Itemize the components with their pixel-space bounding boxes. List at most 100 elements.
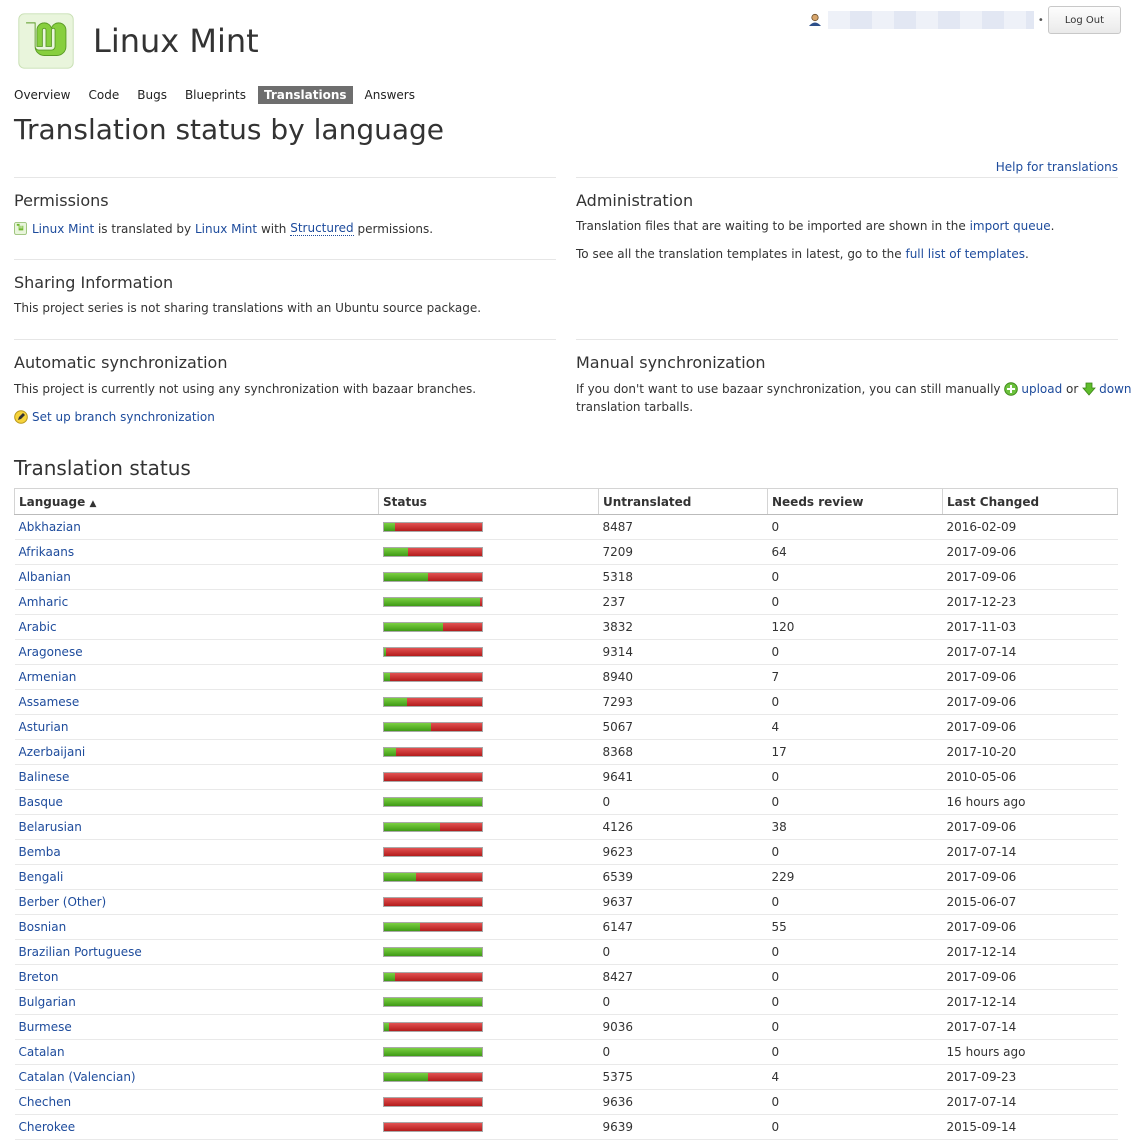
last-changed: 2017-10-20 <box>942 739 1118 765</box>
untranslated-portion <box>415 873 482 881</box>
language-link[interactable]: Albanian <box>19 570 71 584</box>
translation-progress-bar <box>382 872 483 882</box>
tab-blueprints[interactable]: Blueprints <box>179 86 252 104</box>
untranslated-portion <box>386 648 482 656</box>
untranslated-count: 5067 <box>598 714 768 740</box>
table-row: Aragonese 9314 0 2017-07-14 <box>14 639 1118 665</box>
tab-bugs[interactable]: Bugs <box>131 86 173 104</box>
language-link[interactable]: Arabic <box>19 620 57 634</box>
status-cell <box>378 864 599 890</box>
project-link[interactable]: Linux Mint <box>32 222 94 236</box>
untranslated-portion <box>396 748 482 756</box>
language-link[interactable]: Abkhazian <box>19 520 81 534</box>
language-link[interactable]: Bengali <box>19 870 64 884</box>
status-cell <box>378 1089 599 1115</box>
status-cell <box>378 689 599 715</box>
untranslated-portion <box>419 923 482 931</box>
auto-sync-text: This project is currently not using any … <box>14 382 477 396</box>
untranslated-count: 0 <box>598 939 768 965</box>
language-link[interactable]: Cherokee <box>19 1120 76 1134</box>
translated-portion <box>383 998 482 1006</box>
language-cell: Bengali <box>14 864 379 890</box>
admin-line2-text: To see all the translation templates in … <box>576 247 906 261</box>
column-header-untranslated[interactable]: Untranslated <box>598 488 768 515</box>
translated-portion <box>383 523 396 531</box>
admin-line1-text: Translation files that are waiting to be… <box>576 219 970 233</box>
untranslated-portion <box>383 1098 482 1106</box>
separator-dot: • <box>1037 14 1044 26</box>
permissions-text-3: permissions. <box>353 221 434 236</box>
column-header-language[interactable]: Language ▲ <box>14 488 379 515</box>
linux-mint-logo[interactable] <box>14 12 78 70</box>
set-up-branch-sync-link[interactable]: Set up branch synchronization <box>32 410 215 424</box>
language-link[interactable]: Azerbaijani <box>19 745 86 759</box>
language-cell: Bosnian <box>14 914 379 940</box>
language-link[interactable]: Basque <box>19 795 63 809</box>
tab-answers[interactable]: Answers <box>359 86 421 104</box>
language-link[interactable]: Afrikaans <box>19 545 75 559</box>
import-queue-link[interactable]: import queue <box>970 219 1051 233</box>
branch-sync-row: Set up branch synchronization <box>14 410 215 424</box>
language-link[interactable]: Balinese <box>19 770 70 784</box>
untranslated-count: 8940 <box>598 664 768 690</box>
needs-review-count: 0 <box>767 564 943 590</box>
tab-overview[interactable]: Overview <box>14 86 77 104</box>
untranslated-portion <box>479 598 482 606</box>
language-link[interactable]: Armenian <box>19 670 77 684</box>
column-header-needs-review[interactable]: Needs review <box>767 488 943 515</box>
translation-group-link[interactable]: Linux Mint <box>195 222 257 236</box>
upload-link[interactable]: upload <box>1021 382 1062 396</box>
language-link[interactable]: Aragonese <box>19 645 83 659</box>
status-cell <box>378 1014 599 1040</box>
language-cell: Breton <box>14 964 379 990</box>
logout-button[interactable]: Log Out <box>1047 6 1121 34</box>
full-list-of-templates-link[interactable]: full list of templates <box>905 247 1025 261</box>
translation-progress-bar <box>382 897 483 907</box>
column-header-last-changed[interactable]: Last Changed <box>942 488 1118 515</box>
language-link[interactable]: Amharic <box>19 595 69 609</box>
language-link[interactable]: Catalan <box>19 1045 65 1059</box>
help-for-translations-link[interactable]: Help for translations <box>996 160 1118 174</box>
language-link[interactable]: Brazilian Portuguese <box>19 945 142 959</box>
last-changed: 2017-11-03 <box>942 614 1118 640</box>
needs-review-count: 7 <box>767 664 943 690</box>
language-link[interactable]: Assamese <box>19 695 80 709</box>
last-changed: 2015-06-07 <box>942 889 1118 915</box>
table-row: Armenian 8940 7 2017-09-06 <box>14 664 1118 690</box>
language-cell: Bemba <box>14 839 379 865</box>
permission-policy-link[interactable]: Structured <box>290 221 354 236</box>
language-link[interactable]: Burmese <box>19 1020 72 1034</box>
tab-translations[interactable]: Translations <box>257 86 353 104</box>
status-cell <box>378 564 599 590</box>
download-link[interactable]: download <box>1099 382 1131 396</box>
language-link[interactable]: Chechen <box>19 1095 72 1109</box>
column-header-status[interactable]: Status <box>378 488 599 515</box>
language-link[interactable]: Berber (Other) <box>19 895 107 909</box>
last-changed: 2017-12-14 <box>942 939 1118 965</box>
language-link[interactable]: Bulgarian <box>19 995 76 1009</box>
language-cell: Arabic <box>14 614 379 640</box>
untranslated-portion <box>430 723 482 731</box>
table-row: Bemba 9623 0 2017-07-14 <box>14 839 1118 865</box>
page-title: Translation status by language <box>14 113 445 146</box>
language-link[interactable]: Breton <box>19 970 59 984</box>
translated-portion <box>383 923 420 931</box>
language-link[interactable]: Bemba <box>19 845 61 859</box>
translated-portion <box>383 623 444 631</box>
language-cell: Brazilian Portuguese <box>14 939 379 965</box>
username-redacted[interactable] <box>827 11 1034 29</box>
status-cell <box>378 1039 599 1065</box>
language-link[interactable]: Asturian <box>19 720 69 734</box>
admin-line1-end: . <box>1050 219 1055 233</box>
language-link[interactable]: Bosnian <box>19 920 67 934</box>
status-cell <box>378 964 599 990</box>
language-link[interactable]: Belarusian <box>19 820 82 834</box>
needs-review-count: 0 <box>767 764 943 790</box>
untranslated-portion <box>395 523 482 531</box>
templates-text: To see all the translation templates in … <box>576 247 1029 261</box>
language-link[interactable]: Catalan (Valencian) <box>19 1070 136 1084</box>
untranslated-count: 6147 <box>598 914 768 940</box>
tab-code[interactable]: Code <box>83 86 126 104</box>
table-body: Abkhazian 8487 0 2016-02-09 Afrikaans 7209 64 2… <box>14 514 1118 1140</box>
import-queue-text: Translation files that are waiting to be… <box>576 219 1054 233</box>
